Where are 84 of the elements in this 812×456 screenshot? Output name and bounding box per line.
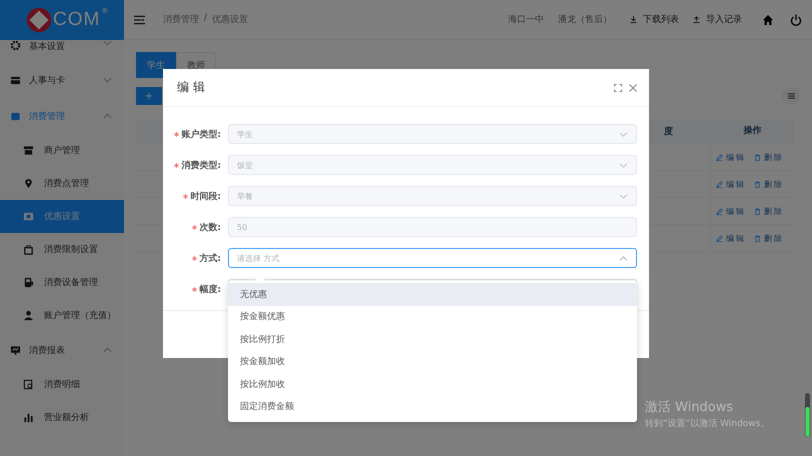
delete-link[interactable]: 删除 xyxy=(764,152,784,162)
sidebar-item[interactable]: 营业额分析 xyxy=(0,401,124,434)
add-button[interactable]: + xyxy=(136,87,162,105)
column-header: 操作 xyxy=(710,119,794,143)
chevron-icon xyxy=(619,162,628,168)
bag-icon xyxy=(23,244,34,255)
delete-link[interactable]: 删除 xyxy=(764,178,784,190)
chevron-icon xyxy=(619,256,628,260)
chevron-icon xyxy=(619,194,628,198)
pencil-icon xyxy=(716,208,723,214)
dropdown-option[interactable]: 固定消费金额 xyxy=(228,396,637,418)
pencil-icon xyxy=(716,234,723,242)
edit-link[interactable]: 编辑 xyxy=(726,206,746,216)
dialog-title: 编 辑 xyxy=(177,79,205,96)
chevron-icon xyxy=(103,113,112,119)
sidebar-item[interactable]: 消费明细 xyxy=(0,368,124,401)
dropdown-option[interactable]: 无优惠 xyxy=(228,283,637,306)
report-icon xyxy=(23,379,34,390)
card-icon xyxy=(10,74,21,86)
chevron-icon xyxy=(103,347,112,353)
breadcrumb-item[interactable]: 优惠设置 xyxy=(212,13,248,26)
field-label: 次数: xyxy=(199,222,221,234)
select-field[interactable]: 请选择 方式 xyxy=(228,248,637,268)
pin-icon xyxy=(23,178,34,189)
dropdown-option[interactable]: 按金额优惠 xyxy=(228,306,637,328)
sidebar-item[interactable]: 消费点管理 xyxy=(0,167,124,200)
sidebar-item[interactable]: 商户管理 xyxy=(0,134,124,167)
trash-icon xyxy=(754,154,761,160)
bars-icon xyxy=(23,412,34,423)
device-icon xyxy=(23,277,34,288)
trash-icon xyxy=(754,208,761,214)
sidebar-group[interactable]: 人事与卡 xyxy=(0,62,124,98)
delete-link[interactable]: 删除 xyxy=(764,232,784,244)
logo-text: COM xyxy=(53,9,100,31)
trash-icon xyxy=(754,180,761,188)
column-header: 度 xyxy=(663,125,674,138)
sidebar-item[interactable]: 消费设备管理 xyxy=(0,266,124,299)
gear-icon xyxy=(10,40,21,51)
list-icon xyxy=(788,93,794,99)
sidebar-item[interactable]: 优惠设置 xyxy=(0,200,124,233)
dropdown-option[interactable]: 按比例打折 xyxy=(228,328,637,350)
edit-link[interactable]: 编辑 xyxy=(726,178,746,190)
diamond-logo-icon xyxy=(26,7,52,33)
close-icon[interactable] xyxy=(629,84,637,92)
pencil-icon xyxy=(716,154,723,160)
edit-link[interactable]: 编辑 xyxy=(726,232,746,244)
header-link[interactable]: 下载列表 xyxy=(643,13,679,26)
field-label: 账户类型: xyxy=(181,128,221,140)
field-label: 幅度: xyxy=(199,283,221,296)
sidebar-item[interactable]: 账户管理（充值） xyxy=(0,299,124,332)
breadcrumb-separator: / xyxy=(204,13,208,25)
school-name: 海口一中 xyxy=(508,14,544,26)
chevron-icon xyxy=(103,77,112,83)
person-icon xyxy=(23,310,34,321)
sidebar-item[interactable]: 消费限制设置 xyxy=(0,233,124,266)
fullscreen-icon[interactable] xyxy=(614,84,622,92)
field-label: 时间段: xyxy=(190,190,221,202)
dropdown-option[interactable]: 按比例加收 xyxy=(228,373,637,396)
upload-icon xyxy=(693,16,700,23)
sidebar-group[interactable]: 基本设置 xyxy=(0,40,124,62)
activation-message: 转到“设置”以激活 Windows。 xyxy=(645,418,770,430)
header-link[interactable]: 导入记录 xyxy=(706,13,742,26)
pencil-icon xyxy=(716,180,723,188)
delete-link[interactable]: 删除 xyxy=(764,206,784,216)
chart-icon xyxy=(10,344,21,356)
user-name: 潘龙（售后） xyxy=(558,14,612,26)
trash-icon xyxy=(754,234,761,242)
sidebar-group[interactable]: 消费报表 xyxy=(0,332,124,368)
download-icon xyxy=(630,16,637,23)
chevron-icon xyxy=(103,40,112,46)
breadcrumb-item[interactable]: 消费管理 xyxy=(163,13,199,26)
menu-icon[interactable] xyxy=(134,14,145,24)
home-icon[interactable] xyxy=(762,14,774,26)
shop-icon xyxy=(23,145,34,156)
power-icon[interactable] xyxy=(790,14,802,26)
dropdown-option[interactable]: 按金额加收 xyxy=(228,350,637,373)
field-label: 方式: xyxy=(199,252,221,264)
columns-menu-button[interactable] xyxy=(782,87,800,105)
sidebar-group[interactable]: 消费管理 xyxy=(0,98,124,134)
edit-link[interactable]: 编辑 xyxy=(726,152,746,162)
chevron-icon xyxy=(619,132,628,136)
level-bar-drawing xyxy=(805,393,810,437)
activation-title: 激活 Windows xyxy=(645,399,734,416)
field-label: 消费类型: xyxy=(181,159,221,172)
